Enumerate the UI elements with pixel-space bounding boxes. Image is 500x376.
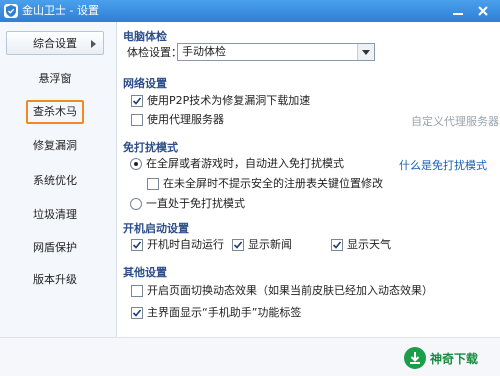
chevron-right-icon — [91, 40, 96, 48]
sidebar-item-label: 悬浮窗 — [38, 72, 72, 85]
settings-content: 电脑体检 体检设置： 手动体检 网络设置 使用P2P技术为修复漏洞下载加速 使用… — [117, 22, 500, 337]
minimize-icon[interactable] — [450, 3, 466, 19]
chevron-down-icon — [357, 44, 374, 60]
check-setting-label: 体检设置： — [127, 46, 182, 59]
sidebar-item-label: 系统优化 — [33, 174, 77, 187]
show-news-checkbox[interactable] — [232, 239, 244, 251]
sidebar-item-fix-vulnerabilities[interactable]: 修复漏洞 — [6, 134, 104, 158]
what-is-dnd-link[interactable]: 什么是免打扰模式 — [399, 157, 487, 173]
sidebar-item-web-shield[interactable]: 网盾保护 — [6, 236, 104, 260]
dnd-always-label: 一直处于免打扰模式 — [146, 197, 245, 210]
sidebar-item-float-window[interactable]: 悬浮窗 — [6, 67, 104, 91]
close-icon[interactable] — [474, 2, 492, 20]
sidebar-item-label: 查杀木马 — [33, 105, 77, 118]
section-title-network: 网络设置 — [123, 77, 167, 90]
show-weather-label: 显示天气 — [347, 238, 391, 251]
watermark: 神奇下载 — [404, 345, 496, 371]
title-bar: 金山卫士 - 设置 — [0, 0, 500, 22]
sidebar-item-label: 版本升级 — [33, 273, 77, 286]
sidebar-item-junk-clean[interactable]: 垃圾清理 — [6, 203, 104, 227]
p2p-checkbox[interactable] — [131, 95, 143, 107]
sidebar-item-label: 综合设置 — [33, 37, 77, 50]
dnd-auto-label: 在全屏或者游戏时，自动进入免打扰模式 — [146, 157, 344, 170]
sidebar-item-label: 修复漏洞 — [33, 139, 77, 152]
check-mode-value: 手动体检 — [182, 45, 226, 58]
section-title-other: 其他设置 — [123, 266, 167, 279]
sidebar-item-label: 网盾保护 — [33, 241, 77, 254]
show-weather-checkbox[interactable] — [331, 239, 343, 251]
p2p-label: 使用P2P技术为修复漏洞下载加速 — [147, 94, 311, 107]
sidebar-item-general[interactable]: 综合设置 — [6, 31, 104, 55]
window-title: 金山卫士 - 设置 — [22, 4, 99, 17]
sidebar-item-system-optimize[interactable]: 系统优化 — [6, 169, 104, 193]
phone-helper-label: 主界面显示“手机助手”功能标签 — [147, 306, 302, 319]
section-title-pc-check: 电脑体检 — [123, 30, 167, 43]
registry-prompt-label: 在未全屏时不提示安全的注册表关键位置修改 — [163, 177, 383, 190]
show-news-label: 显示新闻 — [248, 238, 292, 251]
custom-proxy-link[interactable]: 自定义代理服务器 — [411, 113, 499, 129]
phone-helper-checkbox[interactable] — [131, 307, 143, 319]
check-mode-select[interactable]: 手动体检 — [177, 43, 375, 61]
watermark-text: 神奇下载 — [430, 352, 479, 366]
shield-logo-icon — [4, 4, 18, 18]
section-title-startup: 开机启动设置 — [123, 222, 189, 235]
proxy-label: 使用代理服务器 — [147, 113, 224, 126]
auto-run-checkbox[interactable] — [131, 239, 143, 251]
switch-effect-checkbox[interactable] — [131, 285, 143, 297]
dnd-auto-radio[interactable] — [130, 158, 142, 170]
dnd-always-radio[interactable] — [130, 198, 142, 210]
proxy-checkbox[interactable] — [131, 114, 143, 126]
auto-run-label: 开机时自动运行 — [147, 238, 224, 251]
registry-prompt-checkbox[interactable] — [147, 178, 159, 190]
settings-sidebar: 综合设置 悬浮窗 查杀木马 修复漏洞 系统优化 垃圾清理 网盾保护 版本升级 — [0, 22, 117, 337]
sidebar-item-label: 垃圾清理 — [33, 208, 77, 221]
download-logo-icon — [404, 347, 426, 369]
switch-effect-label: 开启页面切换动态效果（如果当前皮肤已经加入动态效果） — [147, 284, 433, 297]
section-title-dnd: 免打扰模式 — [123, 141, 178, 154]
sidebar-item-trojan-scan[interactable]: 查杀木马 — [26, 100, 84, 124]
sidebar-item-upgrade[interactable]: 版本升级 — [6, 268, 104, 292]
